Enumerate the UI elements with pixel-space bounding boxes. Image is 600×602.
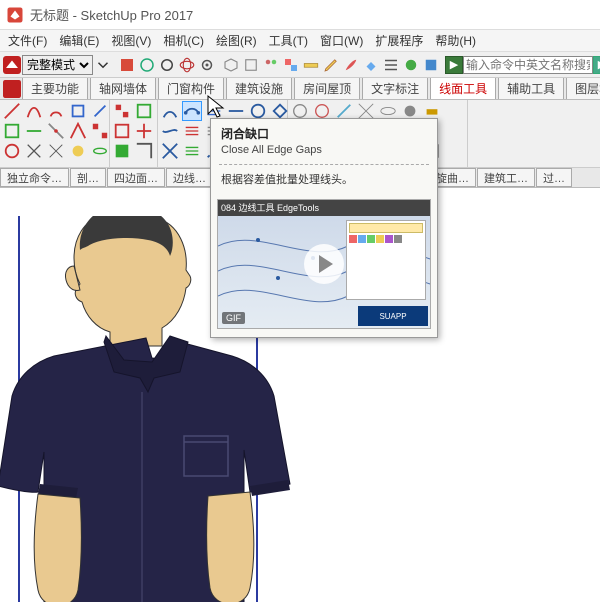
edge-icon-5[interactable] [182, 121, 202, 141]
edge-close-gaps-icon[interactable] [182, 101, 202, 121]
subtab-1[interactable]: 剖… [70, 168, 106, 187]
window-title: 无标题 - SketchUp Pro 2017 [30, 5, 193, 24]
tab-main[interactable]: 主要功能 [22, 78, 88, 100]
pg2-icon-5[interactable] [134, 121, 154, 141]
tab-home-icon[interactable] [3, 78, 21, 100]
tool-orbit-icon[interactable] [178, 54, 196, 76]
category-tabs: 主要功能 轴网墙体 门窗构件 建筑设施 房间屋顶 文字标注 线面工具 辅助工具 … [0, 78, 600, 100]
tab-aux[interactable]: 辅助工具 [498, 78, 564, 100]
gif-badge: GIF [222, 312, 245, 324]
subtab-13[interactable]: 过… [536, 168, 572, 187]
command-search: ▶ ▶ [445, 56, 600, 74]
tab-line-tools[interactable]: 线面工具 [430, 78, 496, 100]
tool-lines-icon[interactable] [382, 54, 400, 76]
menu-draw[interactable]: 绘图(R) [210, 30, 263, 51]
palette-group-1 [0, 100, 110, 168]
tooltip-title-en: Close All Edge Gaps [221, 144, 427, 156]
edge-icon-2[interactable] [160, 121, 180, 141]
cursor-icon [206, 94, 226, 120]
tool-brush-icon[interactable] [342, 54, 360, 76]
pg1-icon-3[interactable] [2, 141, 22, 161]
palette-group-2 [110, 100, 158, 168]
tool-fill-icon[interactable] [362, 54, 380, 76]
tool-cube-icon[interactable] [222, 54, 240, 76]
pg1-icon-9[interactable] [46, 141, 66, 161]
pg1-icon-6[interactable] [24, 141, 44, 161]
app-logo-icon [6, 6, 24, 24]
menu-bar: 文件(F) 编辑(E) 视图(V) 相机(C) 绘图(R) 工具(T) 窗口(W… [0, 30, 600, 52]
menu-tools[interactable]: 工具(T) [263, 30, 314, 51]
edge-icon-3[interactable] [160, 141, 180, 161]
subtab-12[interactable]: 建筑工… [477, 168, 535, 187]
tab-text[interactable]: 文字标注 [362, 78, 428, 100]
tool-globe-icon[interactable] [138, 54, 156, 76]
pg1-icon-1[interactable] [2, 101, 22, 121]
tool-tooltip: 闭合缺口 Close All Edge Gaps 根据容差值批量处理线头。 08… [210, 118, 438, 338]
tool-green-icon[interactable] [402, 54, 420, 76]
tooltip-media-header: 084 边线工具 EdgeTools [218, 200, 430, 216]
tab-layers[interactable]: 图层群组 [566, 78, 600, 100]
title-bar: 无标题 - SketchUp Pro 2017 [0, 0, 600, 30]
suapp-badge: SUAPP [358, 306, 428, 326]
tool-circle-icon[interactable] [158, 54, 176, 76]
main-toolbar: 完整模式 ▶ ▶ [0, 52, 600, 78]
tab-rooms[interactable]: 房间屋顶 [294, 78, 360, 100]
dropdown-icon[interactable] [94, 54, 112, 76]
menu-edit[interactable]: 编辑(E) [53, 30, 105, 51]
tooltip-title-zh: 闭合缺口 [221, 125, 427, 142]
menu-view[interactable]: 视图(V) [105, 30, 157, 51]
tab-building[interactable]: 建筑设施 [226, 78, 292, 100]
tool-swatch-icon[interactable] [282, 54, 300, 76]
search-go-icon[interactable]: ▶ [445, 56, 463, 74]
pg1-icon-4[interactable] [24, 101, 44, 121]
tool-people-icon[interactable] [262, 54, 280, 76]
pg1-icon-8[interactable] [46, 121, 66, 141]
pg1-icon-14[interactable] [90, 121, 110, 141]
menu-extensions[interactable]: 扩展程序 [369, 30, 429, 51]
pg1-icon-7[interactable] [46, 101, 66, 121]
tab-axis[interactable]: 轴网墙体 [90, 78, 156, 100]
tool-ruler-icon[interactable] [302, 54, 320, 76]
mode-select[interactable]: 完整模式 [22, 55, 93, 75]
subtab-0[interactable]: 独立命令… [0, 168, 69, 187]
pg2-icon-1[interactable] [112, 101, 132, 121]
tooltip-description: 根据容差值批量处理线头。 [211, 171, 437, 195]
menu-help[interactable]: 帮助(H) [429, 30, 482, 51]
menu-camera[interactable]: 相机(C) [157, 30, 210, 51]
pg2-icon-6[interactable] [134, 141, 154, 161]
tool-red-icon[interactable] [118, 54, 136, 76]
tool-box-icon[interactable] [242, 54, 260, 76]
pg1-icon-12[interactable] [68, 141, 88, 161]
pg1-icon-5[interactable] [24, 121, 44, 141]
tool-blue-icon[interactable] [422, 54, 440, 76]
subtab-2[interactable]: 四边面… [107, 168, 165, 187]
menu-file[interactable]: 文件(F) [2, 30, 53, 51]
pg2-icon-3[interactable] [112, 141, 132, 161]
pg1-icon-13[interactable] [90, 101, 110, 121]
subtab-3[interactable]: 边线… [166, 168, 213, 187]
pg1-icon-15[interactable] [90, 141, 110, 161]
search-submit-icon[interactable]: ▶ [593, 56, 600, 74]
tool-pencil-icon[interactable] [322, 54, 340, 76]
edge-icon-6[interactable] [182, 141, 202, 161]
pg2-icon-4[interactable] [134, 101, 154, 121]
play-icon[interactable] [304, 244, 344, 284]
pg1-icon-2[interactable] [2, 121, 22, 141]
pg2-icon-2[interactable] [112, 121, 132, 141]
pg1-icon-10[interactable] [68, 101, 88, 121]
tooltip-mini-panel [346, 220, 426, 300]
tooltip-media[interactable]: 084 边线工具 EdgeTools GIF SUAPP [217, 199, 431, 329]
suapp-icon[interactable] [3, 54, 21, 76]
edge-icon-1[interactable] [160, 101, 180, 121]
search-input[interactable] [463, 56, 593, 74]
tool-gear-icon[interactable] [198, 54, 216, 76]
pg1-icon-11[interactable] [68, 121, 88, 141]
menu-window[interactable]: 窗口(W) [314, 30, 369, 51]
